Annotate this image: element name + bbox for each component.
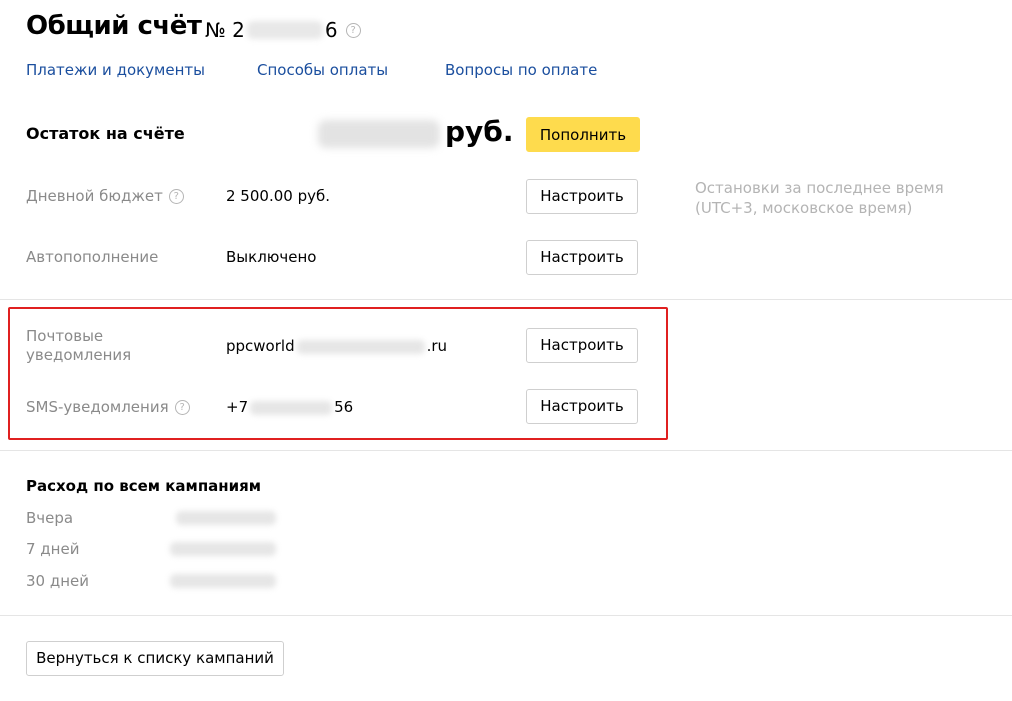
account-number-suffix: 6 (324, 18, 338, 42)
email-value: ppcworld .ru (226, 337, 447, 355)
topup-button[interactable]: Пополнить (526, 117, 640, 152)
daily-budget-label-row: Дневной бюджет ? (26, 187, 184, 205)
sms-label-row: SMS-уведомления ? (26, 398, 190, 416)
autopay-configure-button[interactable]: Настроить (526, 240, 638, 275)
help-icon[interactable]: ? (345, 22, 361, 38)
sms-suffix: 56 (334, 398, 354, 416)
sms-configure-button[interactable]: Настроить (526, 389, 638, 424)
email-configure-button[interactable]: Настроить (526, 328, 638, 363)
link-payments-documents[interactable]: Платежи и документы (26, 61, 205, 79)
back-to-campaigns-button[interactable]: Вернуться к списку кампаний (26, 641, 284, 676)
email-redacted (296, 339, 425, 354)
spend-row-label: 7 дней (26, 540, 80, 558)
spend-value-redacted (176, 511, 276, 525)
sms-value: +7 56 (226, 398, 353, 416)
daily-budget-configure-button[interactable]: Настроить (526, 179, 638, 214)
autopay-value: Выключено (226, 248, 317, 266)
help-icon[interactable]: ? (168, 188, 184, 204)
divider (0, 615, 1012, 616)
sms-redacted (250, 400, 333, 415)
account-number-prefix: № 2 (205, 18, 245, 42)
daily-budget-label: Дневной бюджет (26, 187, 163, 205)
balance-amount-redacted (318, 120, 440, 148)
help-icon[interactable]: ? (174, 399, 190, 415)
page-title: Общий счёт (26, 11, 202, 41)
balance-label: Остаток на счёте (26, 124, 185, 143)
link-payment-methods[interactable]: Способы оплаты (257, 61, 388, 79)
daily-budget-value: 2 500.00 руб. (226, 187, 330, 205)
sms-label: SMS-уведомления (26, 398, 169, 416)
spend-title: Расход по всем кампаниям (26, 477, 262, 495)
email-prefix: ppcworld (226, 337, 295, 355)
spend-row-label: 30 дней (26, 572, 90, 590)
divider (0, 450, 1012, 451)
divider (0, 299, 1012, 300)
email-notifications-label: Почтовые уведомления (26, 327, 131, 365)
spend-value-redacted (170, 542, 276, 556)
stops-note-title[interactable]: Остановки за последнее время (695, 178, 944, 198)
autopay-label: Автопополнение (26, 248, 159, 266)
email-label-line1: Почтовые (26, 327, 104, 345)
account-number-redacted (246, 21, 323, 39)
account-number: № 2 6 ? (205, 18, 361, 42)
balance-currency: руб. (445, 115, 514, 148)
sms-prefix: +7 (226, 398, 249, 416)
stops-note-timezone: (UTC+3, московское время) (695, 199, 913, 217)
link-payment-questions[interactable]: Вопросы по оплате (445, 61, 597, 79)
spend-value-redacted (170, 574, 276, 588)
email-label-line2: уведомления (26, 346, 132, 364)
spend-row-label: Вчера (26, 509, 74, 527)
email-suffix: .ru (426, 337, 448, 355)
stops-note: Остановки за последнее время (UTC+3, мос… (695, 178, 944, 218)
